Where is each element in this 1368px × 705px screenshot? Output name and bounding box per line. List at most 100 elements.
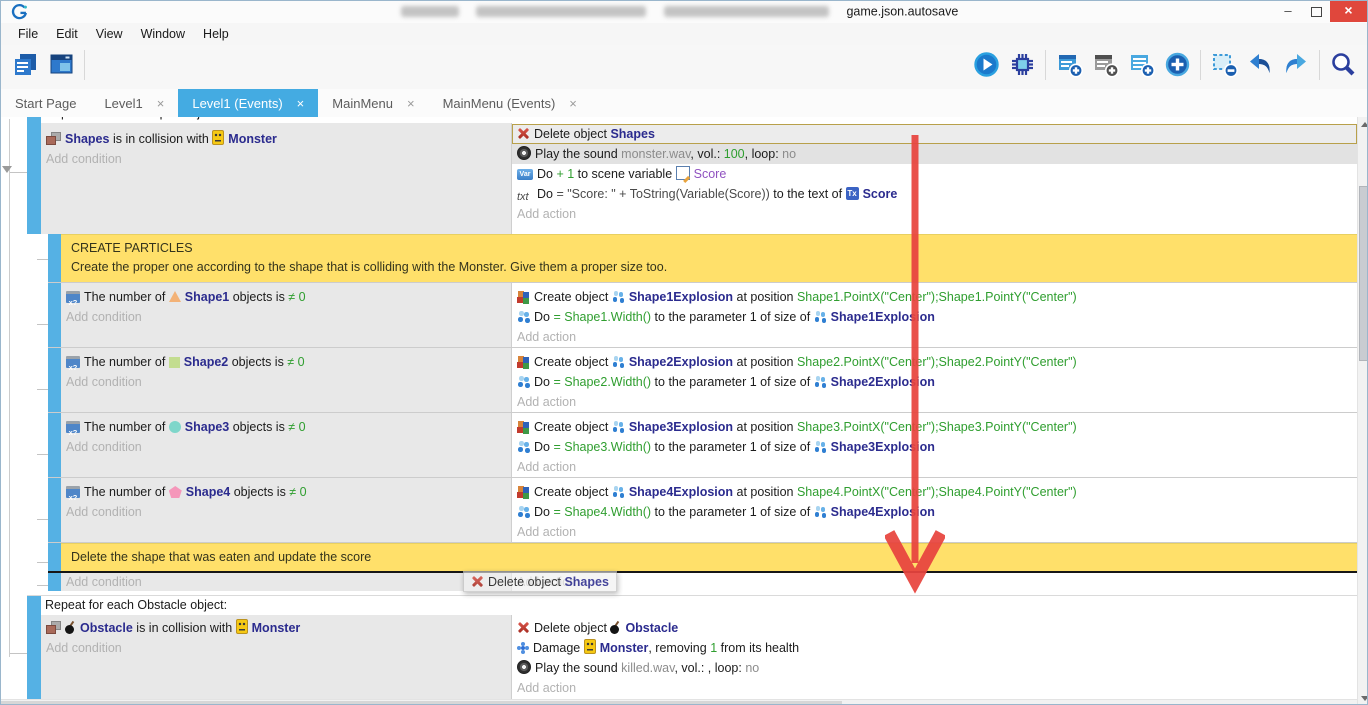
event-block[interactable]: The number of Shape2 objects is ≠ 0Add c… [48, 347, 1357, 412]
minimize-button[interactable]: – [1274, 1, 1302, 22]
scroll-up-icon[interactable] [1361, 122, 1368, 127]
tab-close-icon[interactable]: × [569, 96, 577, 111]
add-comment-button[interactable] [1124, 50, 1158, 84]
condition-row[interactable]: Add condition [61, 307, 511, 327]
conditions-column[interactable]: The number of Shape1 objects is ≠ 0Add c… [61, 283, 511, 347]
action-row[interactable]: Create object Shape3Explosion at positio… [512, 417, 1357, 437]
menu-file[interactable]: File [9, 25, 47, 43]
conditions-column[interactable]: The number of Shape2 objects is ≠ 0Add c… [61, 348, 511, 412]
tab-level1-events-[interactable]: Level1 (Events)× [178, 89, 318, 117]
event-selection-bar[interactable] [48, 573, 61, 591]
event-block[interactable]: The number of Shape1 objects is ≠ 0Add c… [48, 282, 1357, 347]
horizontal-scrollbar[interactable] [1, 699, 1357, 705]
tab-level1[interactable]: Level1× [90, 89, 178, 117]
actions-column[interactable]: Create object Shape1Explosion at positio… [511, 283, 1357, 347]
event-selection-bar[interactable] [48, 283, 61, 347]
action-row[interactable]: Add action [512, 457, 1357, 477]
action-row[interactable]: Do = Shape3.Width() to the parameter 1 o… [512, 437, 1357, 457]
tab-mainmenu-events-[interactable]: MainMenu (Events)× [429, 89, 591, 117]
action-row[interactable]: Add action [512, 522, 1357, 542]
event-selection-bar[interactable] [48, 478, 61, 542]
conditions-column[interactable]: Obstacle is in collision with MonsterAdd… [41, 615, 511, 703]
search-button[interactable] [1326, 50, 1360, 84]
play-button[interactable] [969, 50, 1003, 84]
action-row[interactable]: Create object Shape4Explosion at positio… [512, 482, 1357, 502]
action-row[interactable]: Add action [512, 327, 1357, 347]
maximize-button[interactable] [1302, 1, 1330, 22]
horizontal-scroll-thumb[interactable] [1, 701, 842, 705]
redo-button[interactable] [1279, 50, 1313, 84]
action-row[interactable]: Damage Monster, removing 1 from its heal… [512, 638, 1357, 658]
tab-mainmenu[interactable]: MainMenu× [318, 89, 428, 117]
event-block[interactable]: The number of Shape3 objects is ≠ 0Add c… [48, 412, 1357, 477]
condition-row[interactable]: The number of Shape3 objects is ≠ 0 [61, 417, 511, 437]
window-button[interactable] [44, 50, 78, 84]
event-header[interactable]: Repeat for each Obstacle object: [41, 596, 1357, 615]
actions-column[interactable]: Add action [511, 573, 1357, 591]
actions-column[interactable]: Create object Shape3Explosion at positio… [511, 413, 1357, 477]
condition-row[interactable]: Add condition [61, 573, 511, 591]
condition-row[interactable]: The number of Shape4 objects is ≠ 0 [61, 482, 511, 502]
condition-row[interactable]: The number of Shape1 objects is ≠ 0 [61, 287, 511, 307]
conditions-column[interactable]: Shapes is in collision with MonsterAdd c… [41, 123, 511, 234]
condition-row[interactable]: Add condition [41, 638, 511, 658]
actions-column[interactable]: Create object Shape4Explosion at positio… [511, 478, 1357, 542]
tab-close-icon[interactable]: × [407, 96, 415, 111]
conditions-column[interactable]: The number of Shape4 objects is ≠ 0Add c… [61, 478, 511, 542]
add-other-event-button[interactable] [1160, 50, 1194, 84]
event-selection-bar[interactable] [48, 413, 61, 477]
action-row[interactable]: Do = Shape4.Width() to the parameter 1 o… [512, 502, 1357, 522]
event-selection-bar[interactable] [48, 543, 61, 571]
action-row[interactable]: Add action [512, 573, 1357, 591]
scroll-down-icon[interactable] [1361, 696, 1368, 701]
menu-edit[interactable]: Edit [47, 25, 87, 43]
condition-row[interactable]: Add condition [61, 372, 511, 392]
delete-event-button[interactable] [1207, 50, 1241, 84]
action-row[interactable]: Add action [512, 678, 1357, 698]
action-row[interactable]: Do + 1 to scene variable Score [512, 164, 1357, 184]
action-row[interactable]: Play the sound killed.wav, vol.: , loop:… [512, 658, 1357, 678]
vertical-scroll-thumb[interactable] [1359, 186, 1368, 361]
action-row[interactable]: Create object Shape2Explosion at positio… [512, 352, 1357, 372]
close-button[interactable]: × [1330, 1, 1367, 22]
tab-start-page[interactable]: Start Page [1, 89, 90, 117]
condition-row[interactable]: Add condition [61, 502, 511, 522]
conditions-column[interactable]: Add condition [61, 573, 511, 591]
action-row[interactable]: Play the sound monster.wav, vol.: 100, l… [512, 144, 1357, 164]
action-row[interactable]: Do = Shape1.Width() to the parameter 1 o… [512, 307, 1357, 327]
event-selection-bar[interactable] [48, 348, 61, 412]
comment-event[interactable]: CREATE PARTICLESCreate the proper one ac… [48, 234, 1357, 282]
debug-button[interactable] [1005, 50, 1039, 84]
event-block[interactable]: Repeat for each Obstacle object:Obstacle… [27, 595, 1357, 703]
action-row[interactable]: Delete object Shapes [512, 124, 1357, 144]
menu-help[interactable]: Help [194, 25, 238, 43]
condition-row[interactable]: Shapes is in collision with Monster [41, 129, 511, 149]
condition-row[interactable]: Add condition [41, 149, 511, 169]
actions-column[interactable]: Create object Shape2Explosion at positio… [511, 348, 1357, 412]
event-selection-bar[interactable] [27, 117, 41, 234]
event-selection-bar[interactable] [48, 234, 61, 282]
actions-column[interactable]: Delete object ShapesPlay the sound monst… [511, 123, 1357, 234]
condition-row[interactable]: Add condition [61, 437, 511, 457]
action-row[interactable]: Do = Shape2.Width() to the parameter 1 o… [512, 372, 1357, 392]
menu-window[interactable]: Window [132, 25, 194, 43]
vertical-scrollbar[interactable] [1357, 117, 1368, 705]
action-row[interactable]: Create object Shape1Explosion at positio… [512, 287, 1357, 307]
undo-button[interactable] [1243, 50, 1277, 84]
conditions-column[interactable]: The number of Shape3 objects is ≠ 0Add c… [61, 413, 511, 477]
menu-view[interactable]: View [87, 25, 132, 43]
tab-close-icon[interactable]: × [297, 96, 305, 111]
condition-row[interactable]: The number of Shape2 objects is ≠ 0 [61, 352, 511, 372]
actions-column[interactable]: Delete object ObstacleDamage Monster, re… [511, 615, 1357, 703]
tab-close-icon[interactable]: × [157, 96, 165, 111]
condition-row[interactable]: Obstacle is in collision with Monster [41, 618, 511, 638]
action-row[interactable]: Delete object Obstacle [512, 618, 1357, 638]
event-block[interactable]: The number of Shape4 objects is ≠ 0Add c… [48, 477, 1357, 542]
action-row[interactable]: Add action [512, 204, 1357, 224]
add-event-button[interactable] [1052, 50, 1086, 84]
event-block[interactable]: Repeat for each Shapes object:Shapes is … [27, 117, 1357, 591]
action-row[interactable]: Do = "Score: " + ToString(Variable(Score… [512, 184, 1357, 204]
comment-event[interactable]: Delete the shape that was eaten and upda… [48, 542, 1357, 571]
action-row[interactable]: Add action [512, 392, 1357, 412]
event-block[interactable]: Add conditionAdd action [48, 573, 1357, 591]
